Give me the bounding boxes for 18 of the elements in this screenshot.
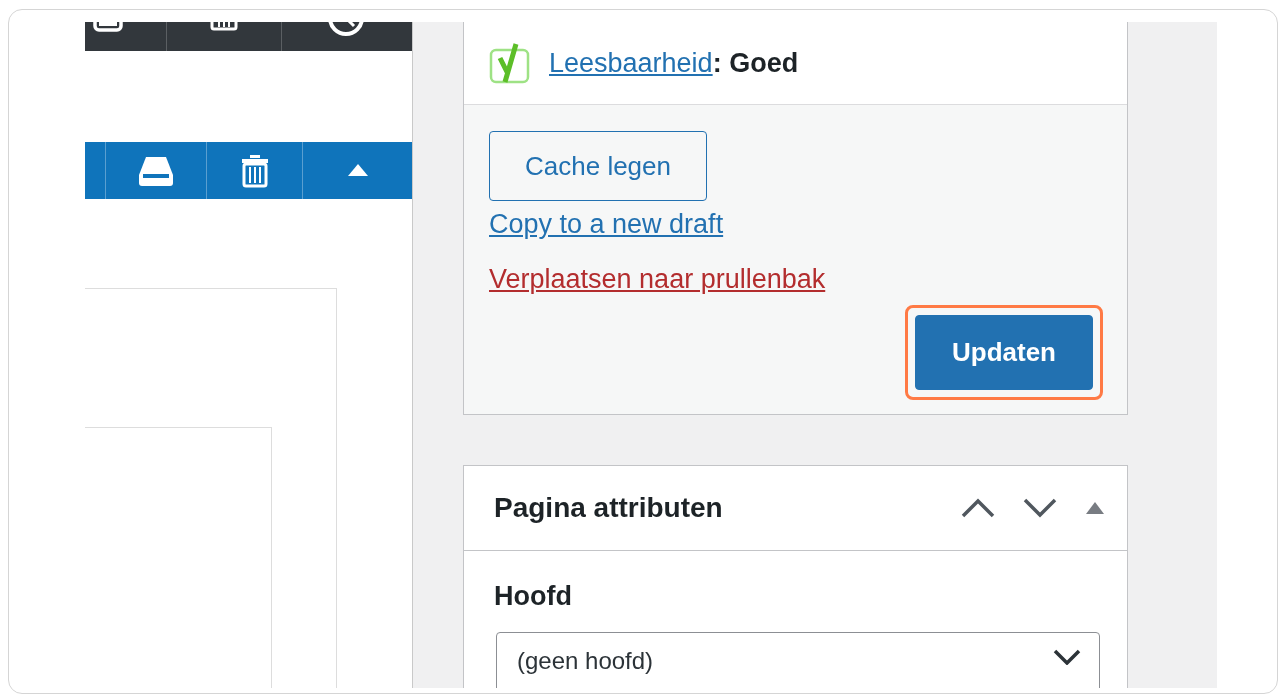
field-label: Hoofd bbox=[494, 581, 573, 612]
collapse-arrow-icon[interactable] bbox=[346, 163, 369, 178]
chevron-up-icon[interactable] bbox=[961, 498, 995, 518]
chevron-down-icon[interactable] bbox=[1023, 498, 1057, 518]
collapse-arrow-icon[interactable] bbox=[1085, 501, 1105, 515]
copy-draft-link[interactable]: Copy to a new draft bbox=[489, 209, 724, 240]
readability-status: Leesbaarheid: Goed bbox=[549, 47, 799, 79]
clear-cache-button[interactable]: Cache legen bbox=[489, 131, 707, 201]
trash-icon[interactable] bbox=[209, 22, 239, 32]
parent-select[interactable]: (geen hoofd) bbox=[496, 632, 1100, 688]
readability-link[interactable]: Leesbaarheid bbox=[549, 47, 713, 78]
clock-icon[interactable] bbox=[326, 22, 366, 38]
move-to-trash-link[interactable]: Verplaatsen naar prullenbak bbox=[489, 264, 826, 295]
chevron-down-icon bbox=[1053, 647, 1081, 665]
yoast-logo-icon bbox=[489, 42, 531, 84]
panel-title: Pagina attributen bbox=[494, 492, 724, 524]
update-button[interactable]: Updaten bbox=[915, 315, 1093, 390]
tray-icon[interactable] bbox=[93, 22, 123, 34]
